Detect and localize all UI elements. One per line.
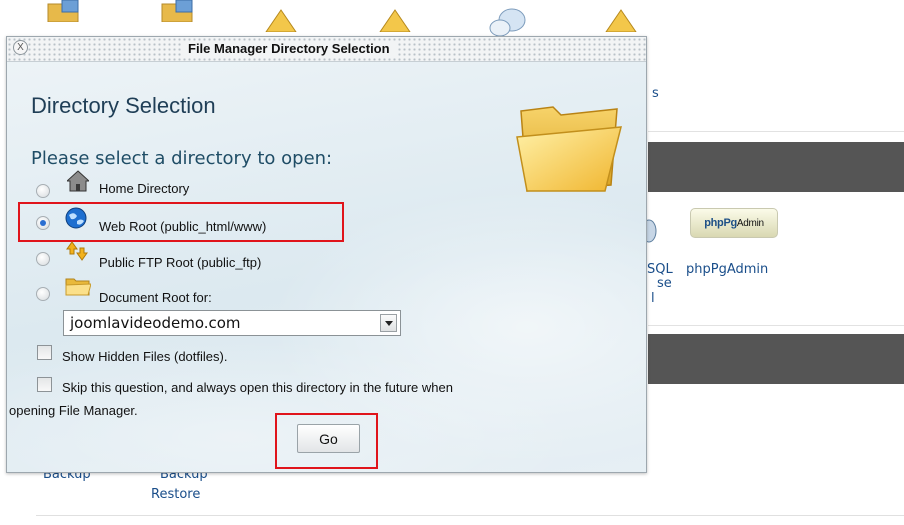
folder-icon[interactable] [160, 0, 196, 22]
warning-icon[interactable] [378, 8, 412, 32]
section-header-band [648, 334, 904, 384]
radio-home-directory[interactable] [36, 184, 50, 198]
ftp-arrows-icon [66, 241, 88, 261]
icon-label-fragment[interactable]: s [652, 86, 659, 101]
file-manager-dialog: X File Manager Directory Selection Direc… [6, 36, 647, 473]
radio-document-root[interactable] [36, 287, 50, 301]
icon-label-fragment[interactable]: l [651, 291, 655, 306]
divider [648, 325, 904, 326]
chat-bubbles-icon[interactable] [488, 6, 528, 36]
section-header-band [648, 142, 904, 192]
option-label-web-root[interactable]: Web Root (public_html/www) [99, 219, 266, 234]
page-title: Directory Selection [31, 93, 216, 118]
dialog-titlebar[interactable]: X File Manager Directory Selection [7, 37, 646, 62]
chevron-down-icon[interactable] [380, 314, 397, 332]
icon-label-fragment[interactable]: se [657, 276, 672, 291]
divider [648, 131, 904, 132]
directory-prompt: Please select a directory to open: [31, 148, 333, 169]
folder-icon[interactable] [46, 0, 82, 22]
warning-icon[interactable] [264, 8, 298, 32]
option-label-document-root[interactable]: Document Root for: [99, 290, 212, 305]
warning-icon[interactable] [604, 8, 638, 32]
backup-restore-link[interactable]: Restore [151, 487, 200, 502]
radio-public-ftp-root[interactable] [36, 252, 50, 266]
show-hidden-files-label[interactable]: Show Hidden Files (dotfiles). [62, 349, 227, 364]
document-root-select-value: joomlavideodemo.com [70, 314, 241, 332]
home-icon [67, 170, 89, 192]
globe-icon [65, 207, 87, 229]
radio-web-root[interactable] [36, 216, 50, 230]
skip-question-checkbox[interactable] [37, 377, 52, 392]
option-label-home-directory[interactable]: Home Directory [99, 181, 189, 196]
document-root-select[interactable]: joomlavideodemo.com [63, 310, 401, 336]
show-hidden-files-checkbox[interactable] [37, 345, 52, 360]
divider [36, 515, 904, 516]
close-button[interactable]: X [13, 40, 28, 55]
icon-label-fragment[interactable]: SQL [647, 262, 673, 277]
skip-question-label-continued[interactable]: opening File Manager. [9, 403, 138, 418]
go-button[interactable]: Go [297, 424, 360, 453]
phppgadmin-link[interactable]: phpPgAdmin [686, 262, 768, 277]
option-label-public-ftp-root[interactable]: Public FTP Root (public_ftp) [99, 255, 261, 270]
dialog-title: File Manager Directory Selection [182, 41, 396, 56]
skip-question-label[interactable]: Skip this question, and always open this… [62, 380, 453, 395]
phppgadmin-logo[interactable]: phpPg Admin [690, 208, 778, 238]
open-folder-icon [516, 106, 622, 192]
folder-icon [65, 278, 91, 296]
